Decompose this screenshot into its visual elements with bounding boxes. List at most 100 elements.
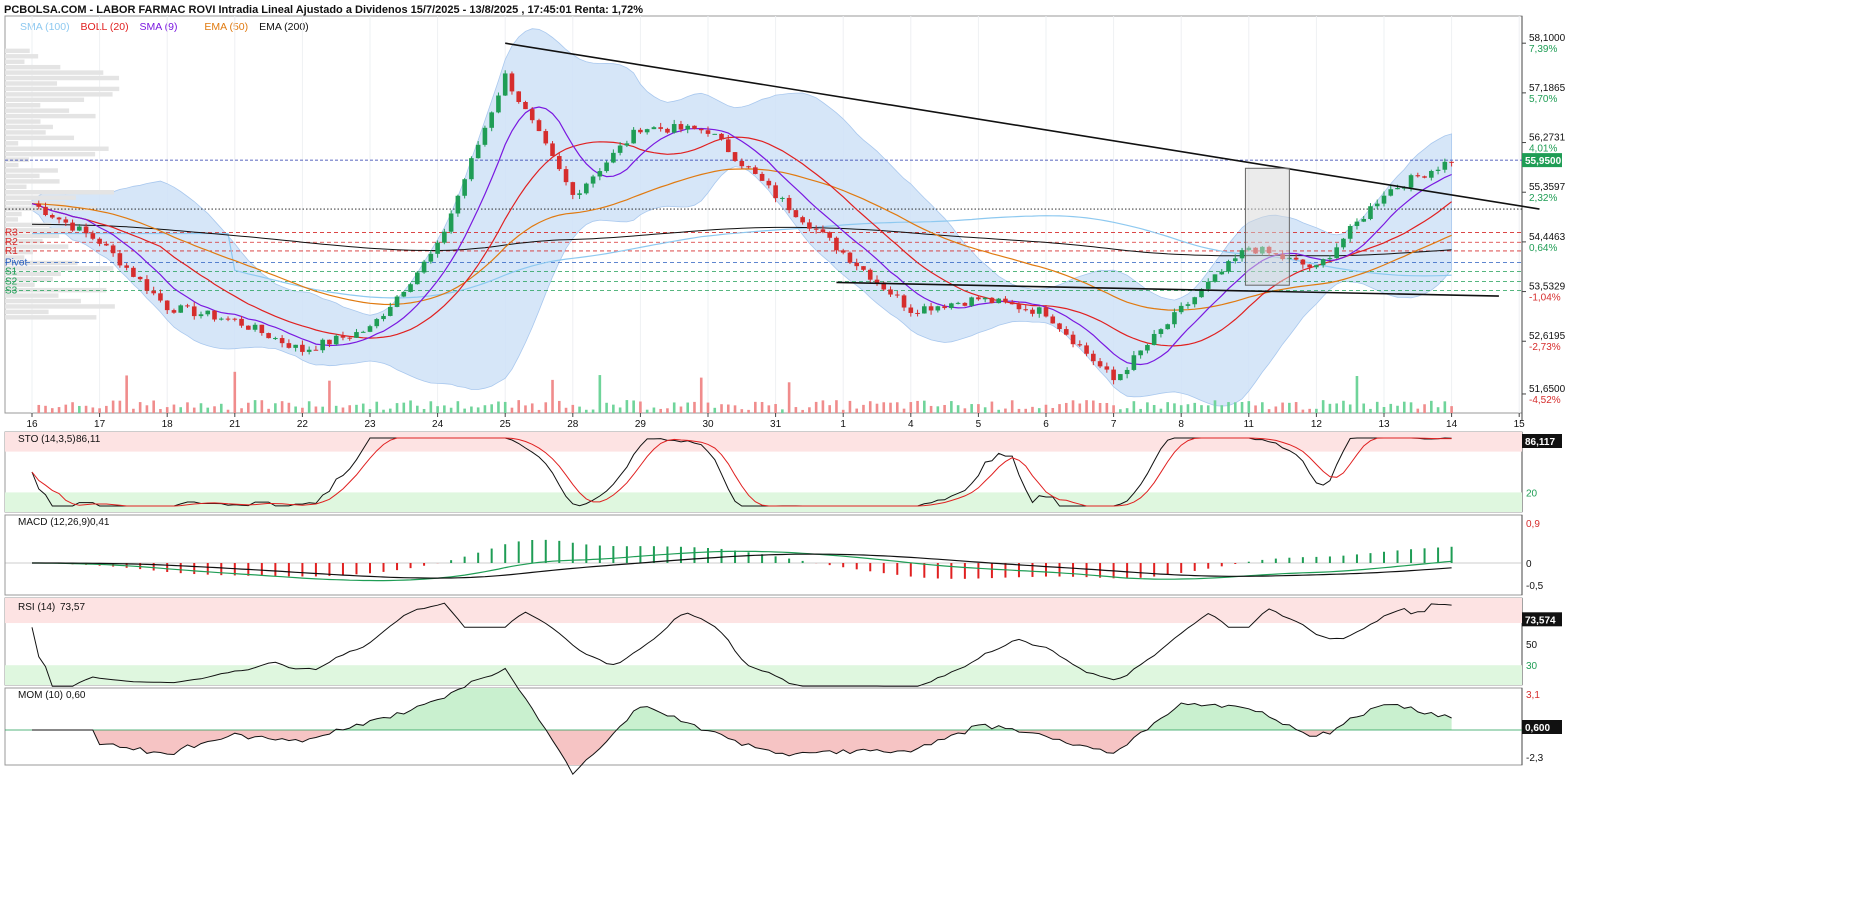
volume-bar [1328, 403, 1332, 413]
macd-histogram-bar [1045, 563, 1047, 577]
candle-body [1145, 345, 1150, 351]
volume-bar [1288, 402, 1291, 413]
x-axis-label: 8 [1178, 419, 1184, 430]
volume-bar [990, 401, 994, 413]
volume-profile-bar [5, 81, 58, 86]
candle-body [705, 130, 711, 134]
macd-histogram-bar [1058, 563, 1061, 577]
volume-bar [1037, 408, 1041, 413]
candle-body [1009, 302, 1015, 305]
volume-bar [1335, 403, 1338, 413]
volume-bar [280, 401, 284, 413]
price-pct-label: -1,04% [1529, 293, 1561, 304]
candle-body [1347, 226, 1353, 239]
candle-body [759, 173, 765, 181]
stock-chart[interactable]: R3R2R1PivotS1S2S358,10007,39%57,18655,70… [0, 0, 1854, 912]
price-tick-label: 58,1000 [1529, 33, 1566, 44]
volume-profile-bar [5, 179, 60, 184]
candle-body [421, 261, 427, 273]
candle-body [63, 219, 69, 223]
macd-histogram-bar [788, 558, 791, 563]
macd-tick-low: -0,5 [1526, 581, 1544, 592]
volume-bar [294, 406, 297, 413]
x-axis-label: 18 [162, 419, 174, 430]
candle-body [1361, 218, 1367, 222]
candle-body [1442, 161, 1448, 170]
bollinger-band [31, 28, 1452, 407]
volume-bar [1375, 401, 1379, 413]
candle-body [124, 265, 129, 268]
macd-histogram-bar [450, 560, 453, 563]
price-tick-label: 51,6500 [1529, 384, 1566, 395]
volume-bar [348, 405, 352, 413]
volume-bar [537, 409, 541, 413]
volume-bar [1132, 401, 1136, 413]
macd-histogram-bar [423, 563, 426, 566]
candle-body [692, 125, 697, 129]
macd-histogram-bar [801, 560, 804, 563]
candle-body [854, 262, 860, 267]
volume-bar [672, 402, 676, 413]
candle-body [225, 318, 231, 320]
volume-profile-bar [5, 59, 25, 64]
mom-axis-value: 0,600 [1525, 723, 1550, 734]
volume-bar [956, 405, 960, 413]
candle-body [1124, 369, 1130, 375]
volume-bar [1321, 400, 1325, 413]
volume-bar [1166, 402, 1169, 413]
volume-bar [355, 404, 358, 413]
macd-histogram-bar [1315, 556, 1318, 563]
candle-body [36, 203, 42, 207]
volume-bar [963, 408, 967, 413]
volume-bar [50, 408, 54, 413]
candle-body [367, 326, 373, 332]
candle-body [1036, 307, 1042, 314]
volume-bar [395, 403, 399, 413]
volume-bar [794, 407, 798, 413]
macd-histogram-bar [369, 563, 371, 574]
candle-body [43, 206, 48, 216]
volume-bar [639, 401, 642, 413]
volume-bar [152, 400, 155, 413]
candle-body [266, 333, 271, 339]
x-axis-label: 28 [567, 419, 579, 430]
x-axis-label: 23 [364, 419, 376, 430]
macd-histogram-bar [301, 563, 304, 577]
volume-bar [1206, 405, 1210, 413]
volume-bar [882, 402, 886, 413]
volume-bar [463, 408, 466, 413]
mom-tick-low: -2,3 [1526, 753, 1544, 764]
macd-histogram-bar [625, 546, 628, 563]
volume-bar [375, 401, 379, 413]
candle-body [617, 145, 623, 153]
volume-bar [652, 407, 656, 413]
candle-body [793, 210, 799, 218]
volume-bar [1409, 402, 1413, 413]
candle-body [1239, 250, 1245, 259]
volume-bar [497, 401, 500, 413]
volume-bar [726, 404, 730, 413]
candle-body [387, 306, 393, 316]
macd-histogram-bar [1288, 557, 1291, 563]
mom-label: MOM (10) [18, 690, 63, 701]
volume-profile-bar [5, 75, 120, 81]
volume-bar [713, 407, 717, 413]
volume-bar [429, 401, 433, 413]
macd-histogram-bar [179, 563, 182, 574]
volume-bar [645, 409, 649, 413]
candle-body [800, 217, 805, 223]
volume-bar [78, 405, 81, 413]
macd-histogram-bar [963, 563, 966, 579]
macd-histogram-bar [639, 546, 642, 563]
x-axis-label: 29 [635, 419, 647, 430]
candle-body [1104, 366, 1110, 370]
volume-bar [666, 408, 669, 413]
macd-histogram-bar [558, 540, 561, 563]
volume-bar [1044, 404, 1048, 413]
candle-body [246, 325, 251, 330]
volume-bar [774, 404, 777, 413]
candle-body [49, 215, 55, 218]
volume-bar [679, 406, 683, 413]
volume-bar [868, 401, 872, 413]
volume-bar [598, 375, 602, 413]
